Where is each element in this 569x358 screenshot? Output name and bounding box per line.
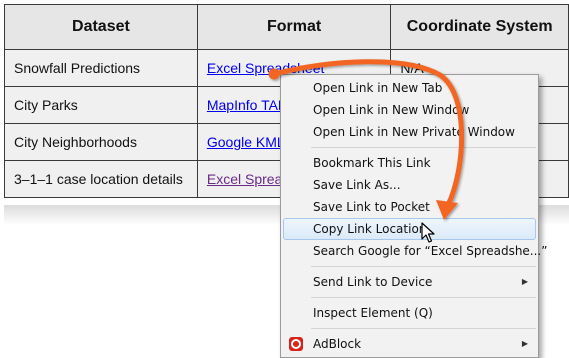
- menu-separator: [311, 328, 536, 329]
- mouse-cursor-icon: [421, 222, 435, 243]
- format-link[interactable]: Google KML: [207, 134, 285, 150]
- adblock-icon: [289, 337, 303, 351]
- menu-item-open-new-window[interactable]: Open Link in New Window: [281, 99, 538, 121]
- submenu-arrow-icon: ▶: [521, 339, 528, 348]
- dataset-cell: City Parks: [4, 86, 198, 124]
- menu-item-open-new-tab[interactable]: Open Link in New Tab: [281, 77, 538, 99]
- menu-item-inspect-element[interactable]: Inspect Element (Q): [281, 302, 538, 324]
- menu-item-save-link-as[interactable]: Save Link As...: [281, 174, 538, 196]
- table-header-row: Dataset Format Coordinate System: [4, 4, 569, 50]
- menu-separator: [311, 297, 536, 298]
- dataset-cell: Snowfall Predictions: [4, 49, 198, 87]
- header-coordinate-system: Coordinate System: [390, 4, 569, 50]
- context-menu: Open Link in New Tab Open Link in New Wi…: [280, 74, 547, 358]
- dataset-cell: City Neighborhoods: [4, 123, 198, 161]
- dataset-cell: 3–1–1 case location details: [4, 160, 198, 198]
- menu-separator: [311, 147, 536, 148]
- menu-item-label: Send Link to Device: [313, 275, 433, 289]
- header-format: Format: [196, 4, 392, 50]
- menu-item-send-to-device[interactable]: Send Link to Device ▶: [281, 271, 538, 293]
- menu-item-search-google[interactable]: Search Google for “Excel Spreadshe...”: [281, 240, 547, 262]
- menu-separator: [311, 266, 536, 267]
- header-dataset: Dataset: [4, 4, 198, 50]
- format-link[interactable]: MapInfo TAB: [207, 97, 287, 113]
- submenu-arrow-icon: ▶: [521, 277, 528, 286]
- menu-item-copy-link-location[interactable]: Copy Link Location: [283, 218, 536, 240]
- menu-item-save-to-pocket[interactable]: Save Link to Pocket: [281, 196, 538, 218]
- menu-item-label: AdBlock: [313, 337, 362, 351]
- menu-item-adblock[interactable]: AdBlock ▶: [281, 333, 538, 355]
- menu-item-open-private-window[interactable]: Open Link in New Private Window: [281, 121, 538, 143]
- menu-item-bookmark-link[interactable]: Bookmark This Link: [281, 152, 538, 174]
